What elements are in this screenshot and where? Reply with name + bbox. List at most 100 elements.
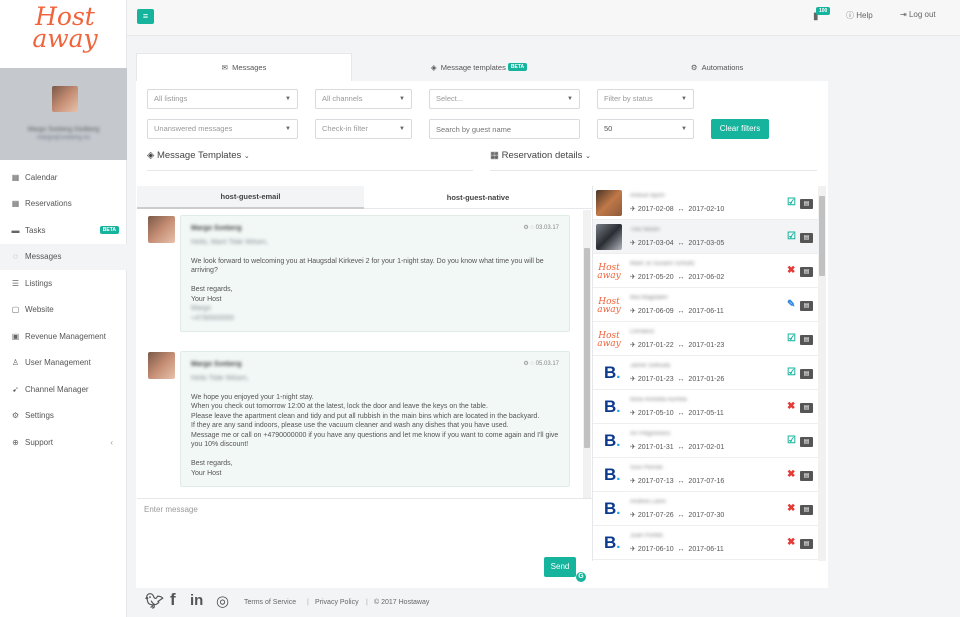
reservation-scrollbar[interactable]	[818, 186, 826, 561]
id-card-icon[interactable]: ▤	[800, 199, 813, 209]
status-select[interactable]: Filter by status ▼	[597, 89, 694, 109]
reservation-row[interactable]: B. Suvi Plonski ✈ 2017-07-13 ↔ 2017-07-16 ✖…	[593, 458, 818, 492]
message-line: Your Host	[191, 469, 222, 477]
guest-search-input[interactable]	[429, 119, 580, 139]
generic-select[interactable]: Select... ▼	[429, 89, 580, 109]
reservation-row[interactable]: B. Ari Pelgonness ✈ 2017-01-31 ↔ 2017-02-0…	[593, 424, 818, 458]
grammarly-icon[interactable]: G	[576, 572, 586, 582]
facebook-icon[interactable]: f	[170, 590, 176, 610]
cube-icon: ◈	[147, 150, 155, 161]
eye-slash-icon[interactable]: ◌	[530, 361, 534, 367]
divider	[490, 170, 817, 171]
reservation-row[interactable]: B. Janne Solhuda ✈ 2017-01-23 ↔ 2017-01-26…	[593, 356, 818, 390]
scroll-thumb[interactable]	[819, 196, 825, 276]
logout-icon: ⇥	[900, 10, 907, 19]
scroll-thumb[interactable]	[584, 248, 590, 448]
guest-name: Linnaeus	[630, 329, 655, 335]
id-card-icon[interactable]: ▤	[800, 267, 813, 277]
channels-select[interactable]: All channels ▼	[315, 89, 412, 109]
linkedin-icon[interactable]: in	[190, 592, 203, 609]
info-icon: ⓘ	[846, 11, 854, 20]
cogs-icon[interactable]: ⚙	[523, 225, 528, 231]
checkin-filter-select[interactable]: Check-in filter ▼	[315, 119, 412, 139]
message-line: We look forward to welcoming you at Haug…	[191, 257, 544, 275]
calendar-icon: ▦	[11, 172, 20, 182]
tab-message-templates[interactable]: ◈ Message templates BETA	[352, 53, 606, 81]
message-templates-toggle[interactable]: ◈ Message Templates ⌄	[147, 150, 250, 161]
reservation-row[interactable]: Host away Linnaeus ✈ 2017-01-22 ↔ 2017-01-2…	[593, 322, 818, 356]
reservation-row[interactable]: Tine Nilsen ✈ 2017-03-04 ↔ 2017-03-05 ☑ ▤	[593, 220, 818, 254]
id-card-icon[interactable]: ▤	[800, 369, 813, 379]
reservation-row[interactable]: Antoun Bjorn ✈ 2017-02-08 ↔ 2017-02-10 ☑ ▤	[593, 186, 818, 220]
privacy-link[interactable]: Privacy Policy	[315, 599, 359, 606]
terms-link[interactable]: Terms of Service	[244, 599, 296, 606]
sidebar-item-user-management[interactable]: ♙ User Management	[0, 350, 127, 377]
notification-count: 100	[816, 7, 831, 15]
guest-name: Ari Pelgonness	[630, 431, 671, 437]
sidebar-item-calendar[interactable]: ▦ Calendar	[0, 164, 127, 191]
subtab-host-guest-native[interactable]: host-guest-native	[364, 186, 592, 209]
send-button[interactable]: Send	[544, 557, 576, 577]
per-page-select[interactable]: 50 ▼	[597, 119, 694, 139]
eye-slash-icon[interactable]: ◌	[530, 225, 534, 231]
money-icon: ▣	[11, 331, 20, 341]
plane-icon: ✈	[630, 206, 636, 213]
reservation-row[interactable]: B. Juan Portillo ✈ 2017-06-10 ↔ 2017-06-11…	[593, 526, 818, 560]
booking-channel-icon: B.	[604, 431, 621, 450]
booking-channel-icon: B.	[604, 363, 621, 382]
sidebar-item-support[interactable]: ⊕ Support ‹	[0, 429, 127, 456]
sidebar-item-listings[interactable]: ☰ Listings	[0, 270, 127, 297]
user-profile[interactable]: Margo Sveberg Gedberg margo@sveberg.no	[0, 68, 127, 160]
sidebar-item-label: Calendar	[25, 172, 58, 182]
id-card-icon[interactable]: ▤	[800, 539, 813, 549]
id-card-icon[interactable]: ▤	[800, 233, 813, 243]
avatar[interactable]	[52, 86, 78, 112]
sidebar-item-channel-manager[interactable]: ➹ Channel Manager	[0, 376, 127, 403]
hostaway-channel-icon: Host away	[597, 263, 621, 281]
notifications-bell[interactable]: ▮ 100	[813, 7, 831, 22]
id-card-icon[interactable]: ▤	[800, 505, 813, 515]
message-bubble: Margo Sveberg ⚙ ◌ 05.03.17 Hello Tilde Wil…	[180, 351, 570, 487]
reservation-details-toggle[interactable]: ▦ Reservation details ⌄	[490, 150, 591, 161]
reservation-row[interactable]: B. Andrea Lanni ✈ 2017-07-26 ↔ 2017-07-30 ✖…	[593, 492, 818, 526]
cogs-icon[interactable]: ⚙	[523, 361, 528, 367]
instagram-icon[interactable]: ◎	[216, 592, 229, 610]
message-date: 03.03.17	[535, 225, 559, 231]
reservation-dates: ✈ 2017-03-04 ↔ 2017-03-05	[630, 240, 725, 247]
compose-area[interactable]: Enter message Send G	[137, 498, 592, 588]
sidebar-item-tasks[interactable]: ▬ Tasks BETA	[0, 217, 127, 244]
id-card-icon[interactable]: ▤	[800, 403, 813, 413]
sidebar-item-reservations[interactable]: ▦ Reservations	[0, 191, 127, 218]
cube-icon: ◈	[430, 62, 437, 72]
reservation-row[interactable]: B. Ilona Annelita Aurrela ✈ 2017-05-10 ↔ 2…	[593, 390, 818, 424]
logout-link[interactable]: ⇥ Log out	[900, 10, 936, 19]
tab-messages[interactable]: ✉ Messages	[136, 53, 352, 81]
reservation-row[interactable]: Host away Mia Magdalen ✈ 2017-06-09 ↔ 2017-…	[593, 288, 818, 322]
reservation-row[interactable]: Host away Marit Jo Susann Schultz ✈ 2017-05…	[593, 254, 818, 288]
tab-automations[interactable]: ⚙ Automations	[606, 53, 828, 81]
sidebar-item-settings[interactable]: ⚙ Settings	[0, 403, 127, 430]
menu-toggle-button[interactable]: ≡	[137, 9, 154, 24]
id-card-icon[interactable]: ▤	[800, 301, 813, 311]
sidebar-item-messages[interactable]: ◌ Messages	[0, 243, 127, 270]
help-link[interactable]: ⓘ Help	[846, 10, 873, 21]
id-card-icon[interactable]: ▤	[800, 437, 813, 447]
plane-icon: ✈	[630, 274, 636, 281]
check-square-icon: ☑	[787, 435, 796, 446]
thread-scrollbar[interactable]	[583, 210, 591, 498]
edit-icon: ✎	[787, 299, 796, 310]
twitter-icon[interactable]: 🐦︎	[145, 592, 164, 610]
sidebar-item-label: User Management	[25, 358, 91, 368]
id-card-icon[interactable]: ▤	[800, 471, 813, 481]
guest-name: Janne Solhuda	[630, 363, 671, 369]
message-input[interactable]: Enter message	[144, 505, 198, 514]
clear-filters-button[interactable]: Clear filters	[711, 119, 769, 139]
hostaway-logo[interactable]: Host away	[26, 4, 104, 51]
unanswered-select[interactable]: Unanswered messages ▼	[147, 119, 298, 139]
sidebar-item-revenue-management[interactable]: ▣ Revenue Management	[0, 323, 127, 350]
subtab-host-guest-email[interactable]: host-guest-email	[137, 186, 364, 209]
sidebar-item-website[interactable]: ▢ Website	[0, 297, 127, 324]
id-card-icon[interactable]: ▤	[800, 335, 813, 345]
calendar-check-icon: ▦	[490, 150, 499, 161]
listings-select[interactable]: All listings ▼	[147, 89, 298, 109]
